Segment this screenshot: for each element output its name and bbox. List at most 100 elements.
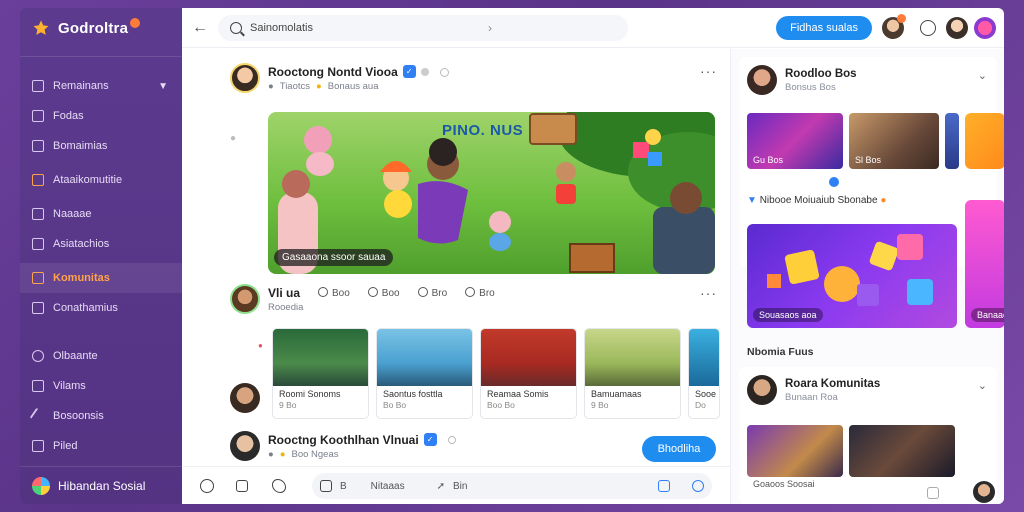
toy-ball: [645, 129, 661, 145]
tile-caption: Souasaos aoa: [753, 308, 823, 322]
brand[interactable]: Godroltra: [20, 8, 182, 48]
action-label: Boo: [381, 288, 400, 299]
follow-button[interactable]: Bhodliha: [642, 436, 716, 462]
community-icon: [32, 272, 44, 284]
more-options-icon[interactable]: ···: [700, 285, 717, 301]
info-icon[interactable]: [447, 435, 456, 444]
media-tile[interactable]: Sl Bos: [849, 113, 939, 169]
author-avatar[interactable]: [230, 284, 260, 314]
chevron-down-icon[interactable]: ⌄: [978, 379, 987, 392]
toy-block: [633, 142, 649, 158]
commenter-avatar[interactable]: [230, 383, 260, 413]
calendar-icon: [32, 174, 44, 186]
video-thumbnail[interactable]: Saontus fosttla Bo Bo: [376, 328, 473, 419]
video-thumbnail[interactable]: Sooe Do: [688, 328, 720, 419]
clock-icon[interactable]: [920, 20, 936, 36]
cube: [784, 249, 820, 285]
sidebar-item-olbaante[interactable]: Olbaante: [20, 341, 182, 371]
post-hero-image[interactable]: PINO. NUS Gasaaona ssoor sauaa: [268, 112, 715, 274]
sidebar-item-komunitas[interactable]: Komunitas: [20, 263, 182, 293]
crate: [569, 243, 615, 273]
app-icon[interactable]: [974, 17, 996, 39]
tile-caption: Banaaoa: [971, 308, 1004, 322]
lock-icon[interactable]: [927, 487, 939, 499]
sidebar-item-label: Conathamius: [53, 302, 118, 314]
sidebar-item-remainans[interactable]: Remainans ▼: [20, 71, 182, 101]
character: [384, 190, 412, 218]
media-tile[interactable]: [945, 113, 959, 169]
info-icon[interactable]: [440, 68, 449, 77]
video-thumbnail[interactable]: Bamuamaas 9 Bo: [584, 328, 681, 419]
save-action[interactable]: Bro: [465, 287, 495, 299]
sidebar-item-conathamius[interactable]: Conathamius: [20, 293, 182, 323]
author-name-text: Rooctng Koothlhan Vlnuai: [268, 432, 419, 447]
sidebar-item-label: Komunitas: [53, 272, 110, 284]
attach-icon[interactable]: [236, 480, 248, 492]
sidebar-item-naaaae[interactable]: Naaaae: [20, 199, 182, 229]
sidebar-item-fodas[interactable]: Fodas: [20, 101, 182, 131]
bullet-icon: ▼: [747, 195, 757, 206]
composer-input[interactable]: B Nitaaas ➚ Bin: [312, 473, 712, 499]
side-tile[interactable]: [965, 113, 1004, 169]
sidebar-item-label: Fodas: [53, 110, 84, 122]
top-cta-button[interactable]: Fidhas sualas: [776, 16, 872, 40]
gif-icon[interactable]: [272, 479, 286, 493]
sidebar-item-bomaimias[interactable]: Bomaimias: [20, 131, 182, 161]
profile-avatar[interactable]: [946, 17, 968, 39]
sidebar-nav: Remainans ▼ Fodas Bomaimias Ataaikomutit…: [20, 65, 182, 461]
featured-tile[interactable]: Banaaoa: [965, 200, 1004, 328]
send-arrow-icon[interactable]: ➚: [437, 481, 445, 492]
action-label: Boo: [332, 288, 350, 299]
character: [556, 162, 576, 182]
chat-avatar[interactable]: [973, 481, 995, 503]
sidebar-item-piled[interactable]: Piled: [20, 431, 182, 461]
sidebar-item-asiatachios[interactable]: Asiatachios: [20, 229, 182, 259]
featured-tile[interactable]: Souasaos aoa: [747, 224, 957, 328]
globe-small-icon: ●: [268, 80, 274, 92]
share-action[interactable]: Bro: [417, 287, 447, 299]
comment-action[interactable]: Boo: [367, 287, 400, 299]
image-icon[interactable]: [658, 480, 670, 492]
grid-icon: [32, 80, 44, 92]
post-header: Vli ua Rooedia: [230, 284, 303, 314]
author-avatar[interactable]: [230, 431, 260, 461]
settings-icon: [32, 350, 44, 362]
hero-caption[interactable]: Gasaaona ssoor sauaa: [274, 249, 394, 266]
cube: [857, 284, 879, 306]
author-avatar[interactable]: [230, 63, 260, 93]
media-tile[interactable]: Gu Bos: [747, 113, 843, 169]
profile-header[interactable]: Roodloo Bos Bonsus Bos: [747, 65, 857, 95]
author-name[interactable]: Rooctng Koothlhan Vlnuai ✓: [268, 433, 456, 447]
search-bar[interactable]: ›: [218, 14, 628, 41]
community-avatar[interactable]: [747, 375, 777, 405]
sidebar-item-label: Naaaae: [53, 208, 92, 220]
sidebar-item-bosoonsis[interactable]: Bosoonsis: [20, 401, 182, 431]
media-tile[interactable]: [849, 425, 955, 477]
chevron-down-icon[interactable]: ▼: [158, 81, 168, 92]
composer-placeholder: Nitaaas: [370, 480, 405, 492]
thumbnail-meta: 9 Bo: [279, 400, 297, 410]
author-name[interactable]: Vli ua: [268, 286, 303, 300]
more-options-icon[interactable]: ···: [700, 63, 717, 79]
media-tile[interactable]: [747, 425, 843, 477]
emoji-picker-icon[interactable]: [200, 479, 214, 493]
camera-icon[interactable]: [692, 480, 704, 492]
author-name[interactable]: Rooctong Nontd Viooa ✓: [268, 65, 429, 79]
search-input[interactable]: [250, 21, 380, 34]
video-thumbnail[interactable]: Reamaa Somis Boo Bo: [480, 328, 577, 419]
person-right: [653, 207, 715, 274]
like-action[interactable]: Boo: [318, 287, 350, 299]
chevron-down-icon[interactable]: ⌄: [978, 69, 987, 82]
shield-icon: [32, 380, 44, 392]
sidebar-item-ataaikomutitie[interactable]: Ataaikomutitie: [20, 165, 182, 195]
profile-avatar[interactable]: [747, 65, 777, 95]
thumbnail-image: [481, 329, 576, 386]
video-thumbnail[interactable]: Roomi Sonoms 9 Bo: [272, 328, 369, 419]
sidebar-footer[interactable]: Hibandan Sosial: [20, 466, 182, 504]
community-header[interactable]: Roara Komunitas Bunaan Roa: [747, 375, 880, 405]
back-arrow-icon[interactable]: ←: [192, 19, 218, 37]
feed: Rooctong Nontd Viooa ✓ ● Tiaotcs ● Bonau…: [182, 49, 730, 465]
chevron-right-icon[interactable]: ›: [488, 21, 492, 35]
sidebar-item-vilams[interactable]: Vilams: [20, 371, 182, 401]
checkbox-icon[interactable]: [320, 480, 332, 492]
